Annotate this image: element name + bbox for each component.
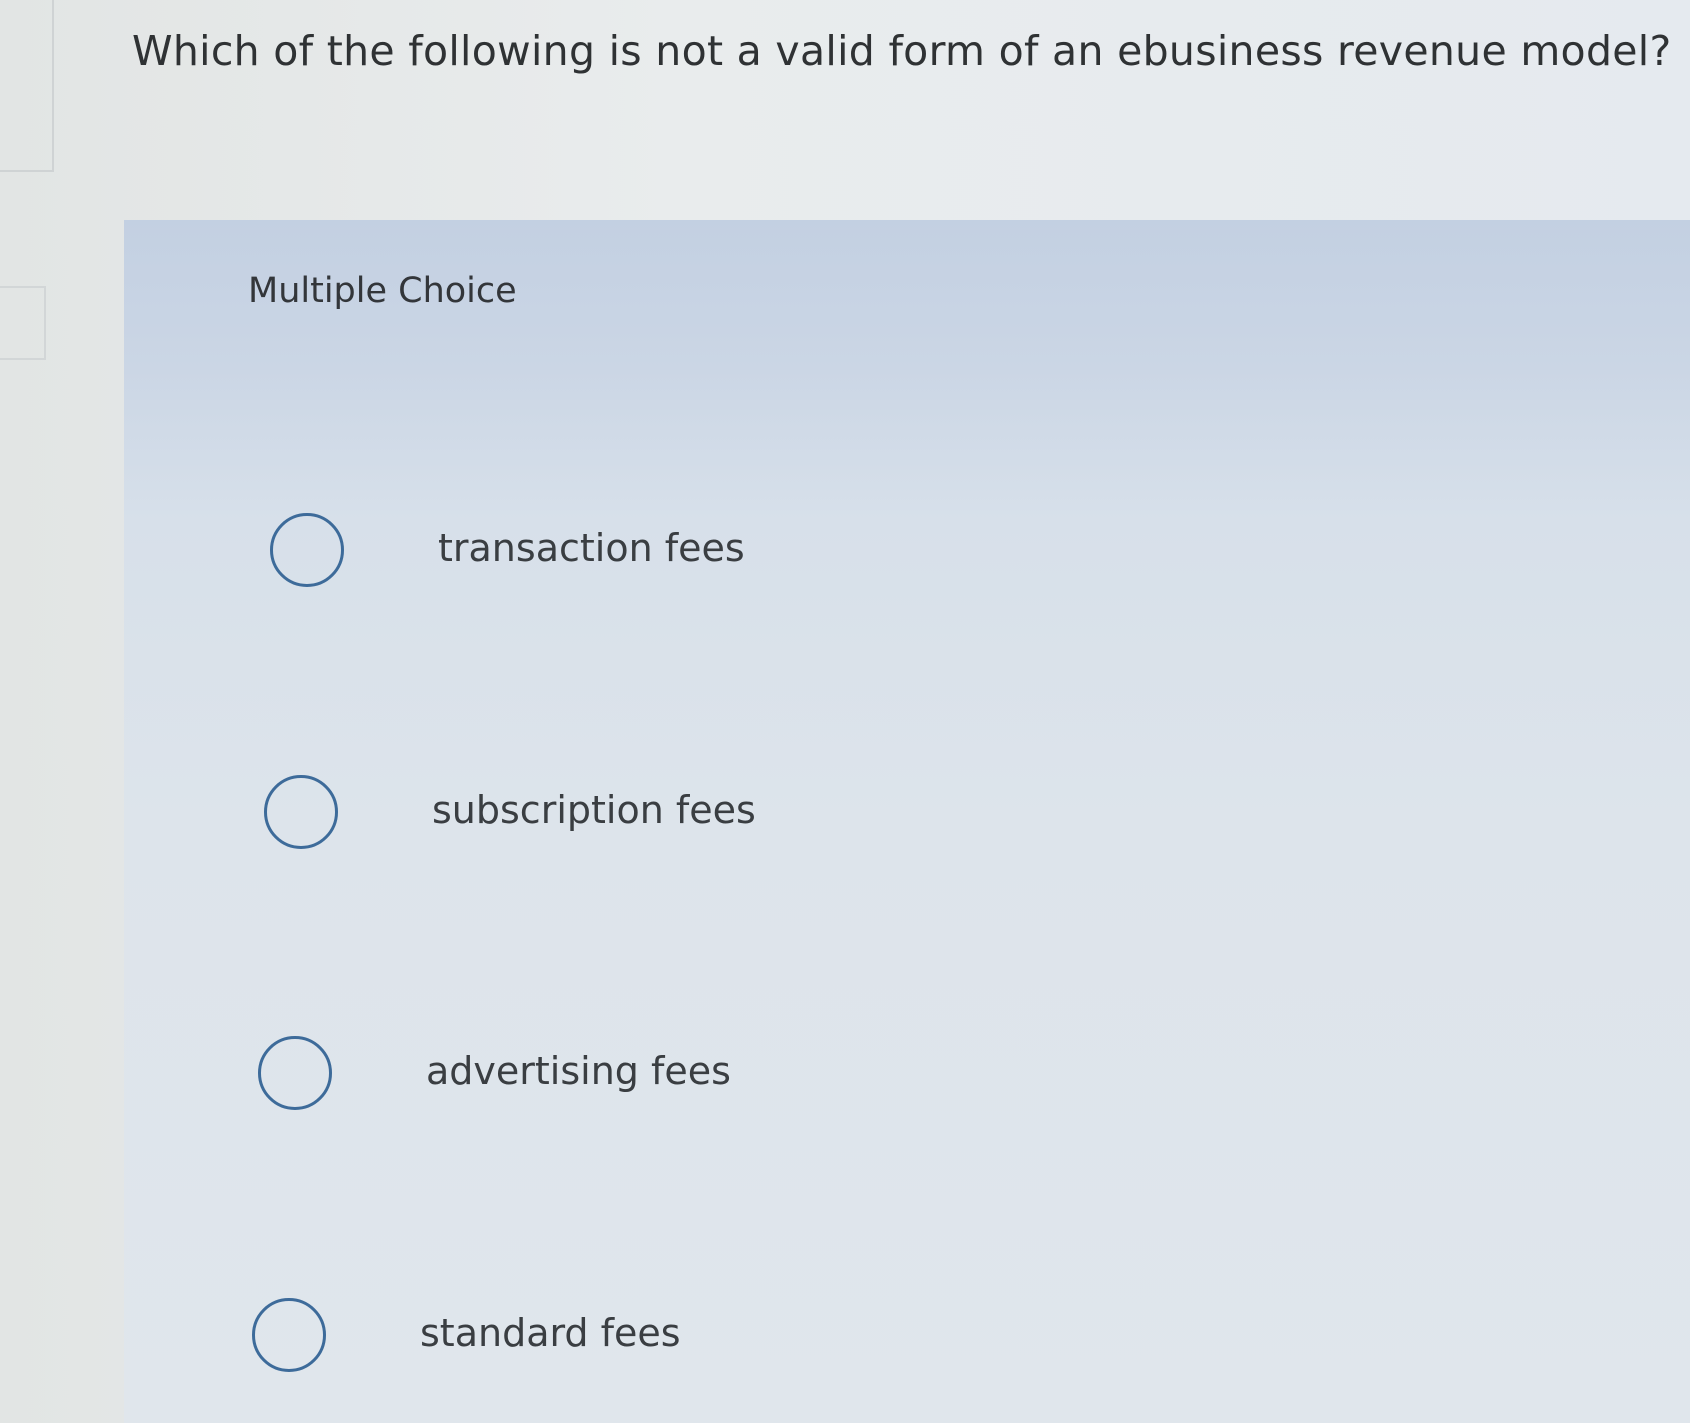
radio-button-icon[interactable] <box>258 1036 332 1110</box>
quiz-page: Which of the following is not a valid fo… <box>0 0 1690 1423</box>
answer-option-label: subscription fees <box>432 788 756 832</box>
answer-option-label: advertising fees <box>426 1049 731 1093</box>
radio-button-icon[interactable] <box>264 775 338 849</box>
radio-button-icon[interactable] <box>252 1298 326 1372</box>
answer-option-advertising-fees[interactable]: advertising fees <box>258 1036 1158 1120</box>
answer-option-label: transaction fees <box>438 526 745 570</box>
answer-option-transaction-fees[interactable]: transaction fees <box>270 513 1170 597</box>
answer-option-subscription-fees[interactable]: subscription fees <box>264 775 1164 859</box>
answer-option-standard-fees[interactable]: standard fees <box>252 1298 1152 1382</box>
radio-button-icon[interactable] <box>270 513 344 587</box>
answer-options: transaction fees subscription fees adver… <box>0 0 1690 1423</box>
answer-option-label: standard fees <box>420 1311 681 1355</box>
